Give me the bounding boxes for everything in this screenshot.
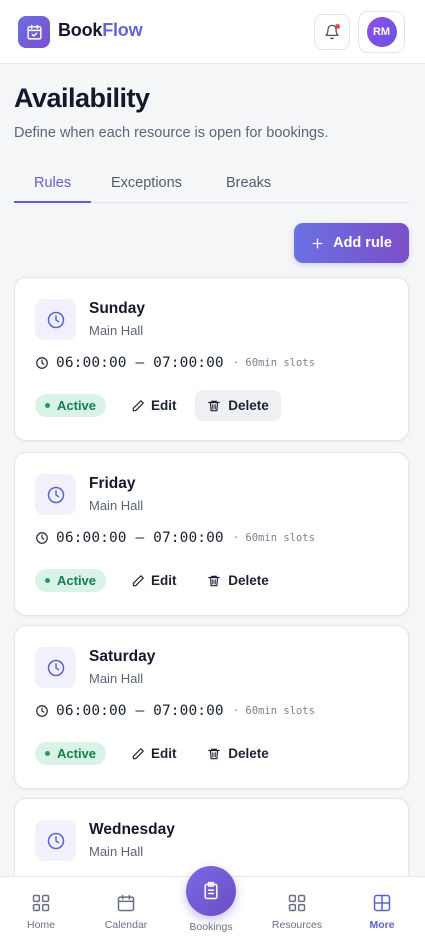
rule-card: Sunday Main Hall 06:00:00 – 07:00:00 · 6…: [14, 277, 409, 441]
home-grid-icon: [32, 894, 50, 912]
add-rule-button[interactable]: Add rule: [294, 223, 409, 263]
rule-time-row: 06:00:00 – 07:00:00 · 60min slots: [35, 530, 315, 546]
status-dot: [45, 578, 50, 583]
user-menu-button[interactable]: RM: [358, 11, 405, 53]
trash-icon: [208, 748, 221, 759]
status-badge: Active: [35, 742, 107, 765]
app-header: BookFlow RM: [0, 0, 425, 64]
rule-day: Saturday: [89, 648, 156, 665]
trash-icon: [208, 400, 221, 411]
delete-label: Delete: [228, 398, 269, 413]
nav-bookings-label[interactable]: Bookings: [175, 921, 247, 933]
status-badge: Active: [35, 569, 107, 592]
brand-name-part1: Book: [58, 20, 103, 40]
edit-button[interactable]: Edit: [123, 738, 185, 769]
rule-location: Main Hall: [89, 844, 144, 859]
status-label: Active: [57, 398, 97, 413]
add-rule-label: Add rule: [333, 235, 392, 251]
delete-button[interactable]: Delete: [195, 390, 281, 421]
clock-icon: [35, 647, 76, 688]
clock-icon: [35, 299, 76, 340]
rule-location: Main Hall: [89, 323, 144, 338]
clock-icon: [35, 474, 76, 515]
active-tab-indicator: [14, 201, 91, 203]
bookings-fab-button[interactable]: [186, 866, 236, 916]
delete-button[interactable]: Delete: [195, 738, 281, 769]
nav-more[interactable]: More: [362, 877, 402, 942]
brand-name[interactable]: BookFlow: [58, 20, 143, 41]
more-grid-icon: [373, 894, 391, 912]
edit-label: Edit: [151, 573, 177, 588]
edit-label: Edit: [151, 746, 177, 761]
notifications-button[interactable]: [314, 14, 350, 50]
rule-slot-length: · 60min slots: [232, 705, 315, 717]
tab-rules[interactable]: Rules: [34, 175, 71, 191]
edit-button[interactable]: Edit: [123, 565, 185, 596]
page-subtitle: Define when each resource is open for bo…: [14, 125, 329, 141]
status-label: Active: [57, 746, 97, 761]
page-title: Availability: [14, 83, 150, 113]
rule-slot-length: · 60min slots: [232, 532, 315, 544]
clock-icon: [35, 820, 76, 861]
plus-icon: [312, 238, 323, 248]
rule-day: Sunday: [89, 300, 145, 317]
rule-time-range: 06:00:00 – 07:00:00: [56, 530, 224, 546]
pencil-icon: [132, 399, 144, 411]
rule-card: Saturday Main Hall 06:00:00 – 07:00:00 ·…: [14, 625, 409, 789]
status-label: Active: [57, 573, 97, 588]
status-dot: [45, 403, 50, 408]
rule-time-row: 06:00:00 – 07:00:00 · 60min slots: [35, 703, 315, 719]
clock-small-icon: [36, 532, 48, 544]
clock-small-icon: [36, 705, 48, 717]
pencil-icon: [132, 574, 144, 586]
rule-card: Friday Main Hall 06:00:00 – 07:00:00 · 6…: [14, 452, 409, 616]
rule-day: Friday: [89, 475, 136, 492]
delete-button[interactable]: Delete: [195, 565, 281, 596]
rule-slot-length: · 60min slots: [232, 357, 315, 369]
calendar-check-logo-icon[interactable]: [18, 16, 50, 48]
edit-button[interactable]: Edit: [123, 390, 185, 421]
rule-location: Main Hall: [89, 498, 144, 513]
delete-label: Delete: [228, 573, 269, 588]
notification-dot: [335, 24, 340, 29]
nav-calendar[interactable]: Calendar: [100, 877, 152, 942]
delete-label: Delete: [228, 746, 269, 761]
avatar: RM: [366, 17, 397, 47]
nav-resources[interactable]: Resources: [268, 877, 326, 942]
status-dot: [45, 751, 50, 756]
nav-calendar-label: Calendar: [104, 919, 148, 931]
edit-label: Edit: [151, 398, 177, 413]
tab-exceptions[interactable]: Exceptions: [111, 175, 182, 191]
rule-time-range: 06:00:00 – 07:00:00: [56, 355, 224, 371]
status-badge: Active: [35, 394, 107, 417]
brand-name-part2: Flow: [102, 20, 143, 40]
rule-day: Wednesday: [89, 821, 175, 838]
rule-location: Main Hall: [89, 671, 144, 686]
nav-home-label: Home: [26, 919, 55, 931]
clock-small-icon: [36, 357, 48, 369]
availability-tabs: Rules Exceptions Breaks: [14, 164, 409, 203]
rule-time-range: 06:00:00 – 07:00:00: [56, 703, 224, 719]
nav-resources-label: Resources: [271, 919, 323, 931]
pencil-icon: [132, 747, 144, 759]
calendar-icon: [117, 894, 135, 912]
rule-time-row: 06:00:00 – 07:00:00 · 60min slots: [35, 355, 315, 371]
nav-home[interactable]: Home: [18, 877, 64, 942]
resources-grid-icon: [288, 894, 306, 912]
trash-icon: [208, 575, 221, 586]
nav-more-label: More: [369, 919, 395, 931]
clipboard-icon: [204, 881, 218, 900]
tab-breaks[interactable]: Breaks: [226, 175, 271, 191]
